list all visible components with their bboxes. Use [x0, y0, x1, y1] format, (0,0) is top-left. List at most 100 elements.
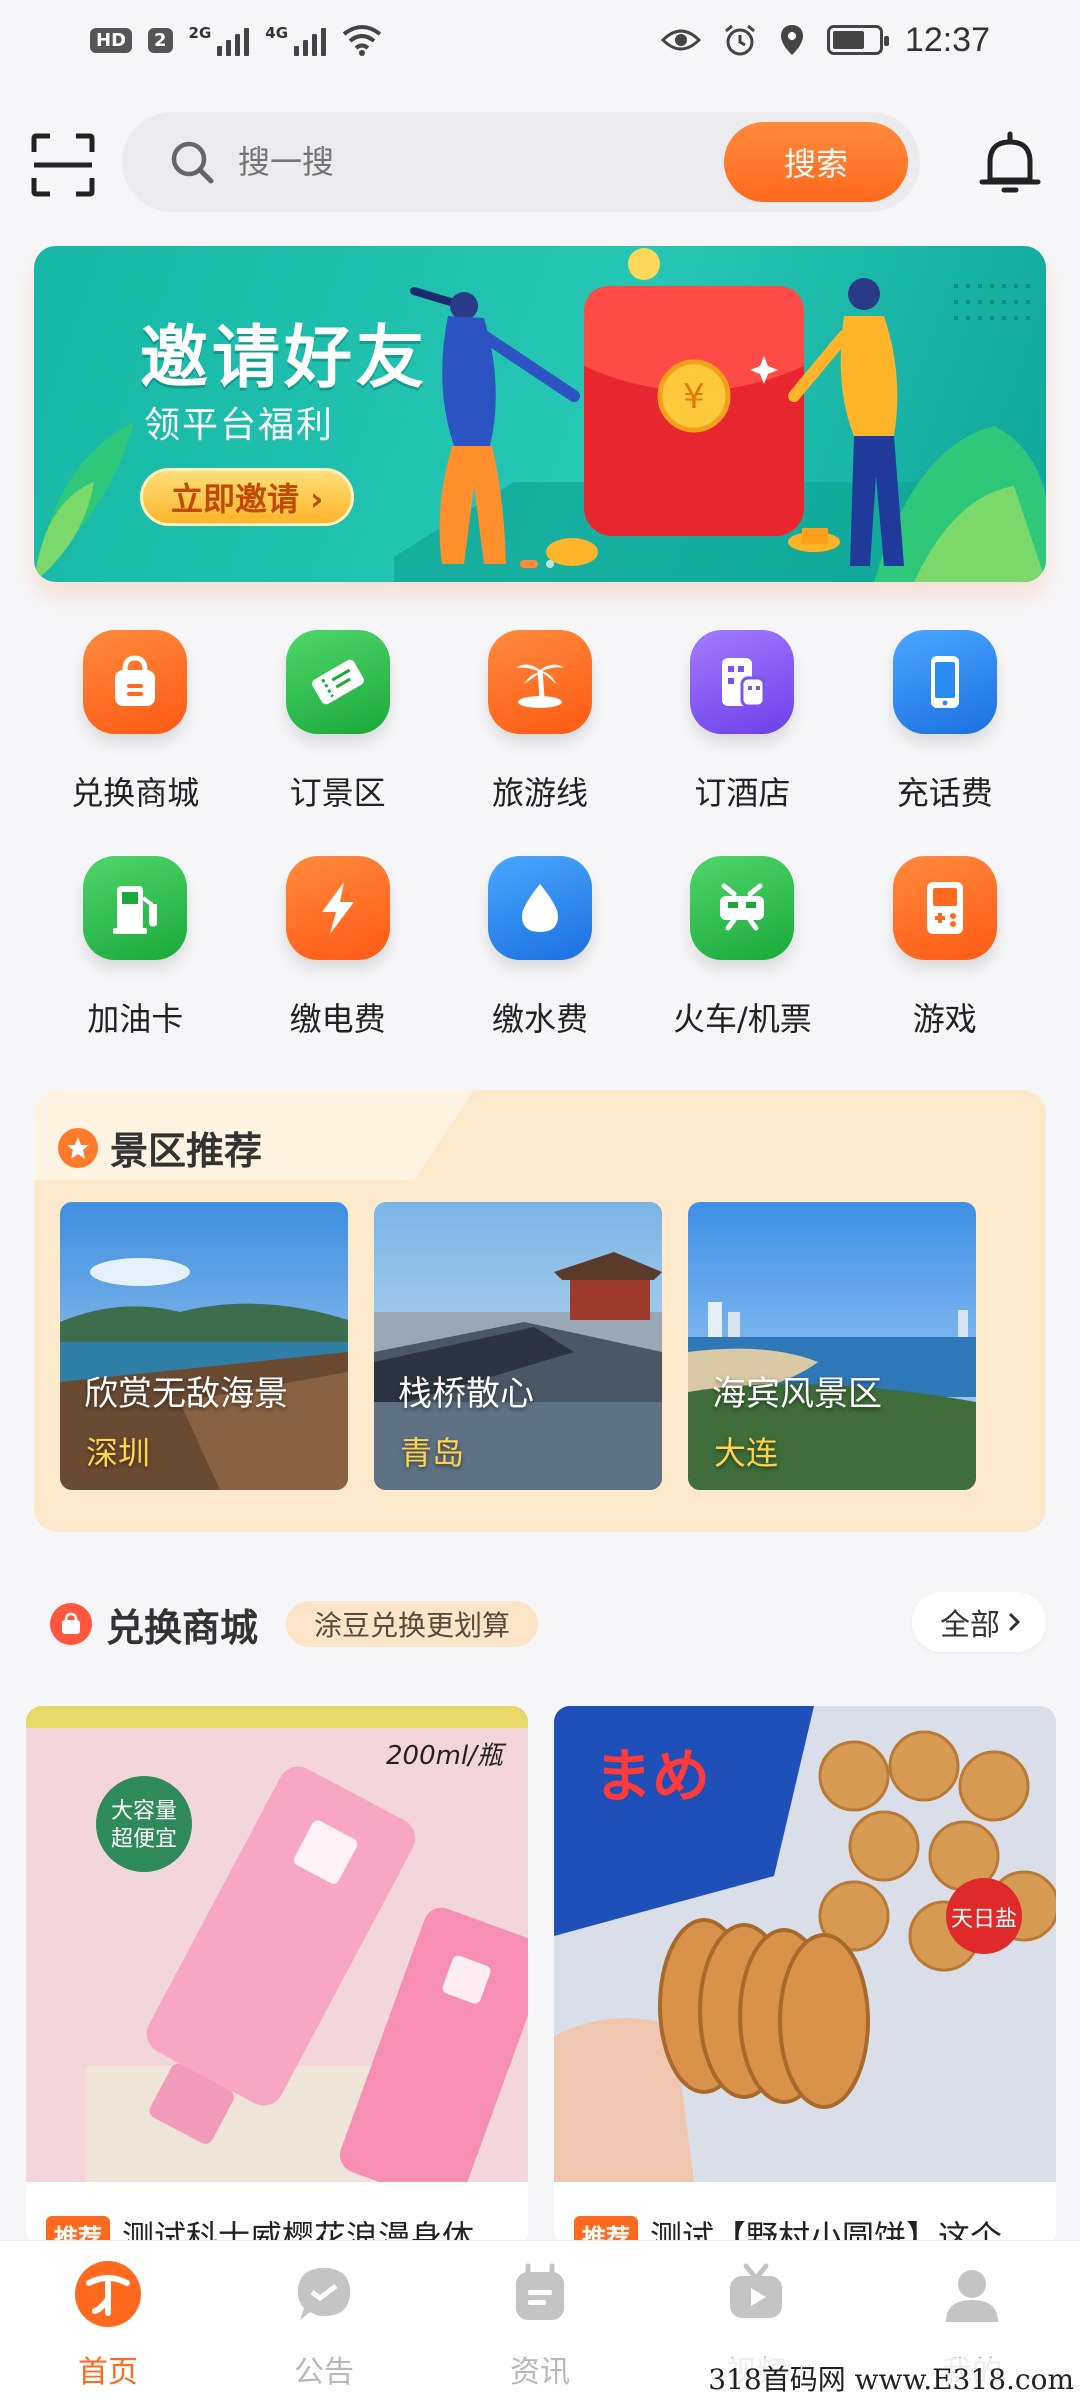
view-all-button[interactable]: 全部: [912, 1592, 1046, 1652]
tab-news[interactable]: 资讯: [432, 2241, 648, 2400]
tab-announcement[interactable]: 公告: [216, 2241, 432, 2400]
category-scenic-tickets[interactable]: 订景区: [236, 630, 438, 814]
svg-text:大容量: 大容量: [111, 1799, 177, 1824]
svg-text:超便宜: 超便宜: [111, 1827, 177, 1852]
scenic-title: 景区推荐: [110, 1129, 263, 1173]
search-input[interactable]: [238, 143, 724, 181]
product-image-label: 天日盐: [951, 1907, 1017, 1932]
bag-icon: [50, 1603, 92, 1645]
search-header: 搜索: [0, 108, 1080, 218]
search-icon: [171, 141, 214, 184]
sim-badge: 2: [148, 27, 173, 53]
announcement-icon: [289, 2259, 359, 2329]
status-right: 12:37: [660, 20, 990, 60]
category-hotels[interactable]: 订酒店: [641, 630, 843, 814]
category-exchange-mall[interactable]: 兑换商城: [34, 630, 236, 814]
mall-tag: 涂豆兑换更划算: [286, 1601, 539, 1647]
scenic-recommend-section: 景区推荐 欣赏无敌海景 深圳 栈桥散心 青岛 海宾风景区 大连: [34, 1090, 1046, 1532]
banner-illustration: ¥: [394, 248, 1046, 582]
star-icon: [58, 1127, 98, 1168]
category-grid: 兑换商城 订景区 旅游线 订酒店 充话费 加油卡 缴电费 缴水费 火车/机票 游…: [34, 630, 1046, 1040]
location-icon: [780, 25, 803, 55]
water-drop-icon: [487, 856, 592, 960]
scenic-cards: 欣赏无敌海景 深圳 栈桥散心 青岛 海宾风景区 大连: [60, 1202, 976, 1490]
home-logo-icon: [73, 2259, 143, 2329]
category-label: 火车/机票: [672, 1000, 812, 1038]
profile-icon: [937, 2259, 1007, 2329]
category-train-flight[interactable]: 火车/机票: [641, 856, 843, 1040]
banner-subtitle: 领平台福利: [144, 405, 335, 446]
hotel-icon: [690, 630, 795, 734]
invite-now-button[interactable]: 立即邀请 ›: [140, 468, 355, 526]
train-icon: [690, 856, 795, 960]
scenic-city: 青岛: [400, 1434, 465, 1472]
signal-icon: 2G: [189, 24, 250, 56]
eye-icon: [660, 29, 701, 51]
product-image-label: 200ml/瓶: [386, 1741, 507, 1771]
mall-header: 兑换商城 涂豆兑换更划算 全部: [50, 1592, 1046, 1656]
palm-island-icon: [487, 630, 592, 734]
mall-title: 兑换商城: [106, 1605, 259, 1650]
banner-pagination: [520, 560, 554, 568]
category-label: 旅游线: [491, 774, 588, 812]
search-box: 搜索: [122, 112, 920, 212]
category-tour-routes[interactable]: 旅游线: [439, 630, 641, 814]
scan-icon[interactable]: [30, 132, 96, 198]
svg-text:¥: ¥: [683, 377, 705, 417]
banner-title: 邀请好友: [140, 319, 429, 398]
scenic-city: 深圳: [86, 1434, 151, 1472]
product-card[interactable]: まめ 天日盐 推荐 测试【野村小圆饼】这个: [554, 1706, 1056, 2246]
svg-text:まめ: まめ: [594, 1742, 710, 1810]
hd-badge: HD: [90, 27, 133, 53]
category-label: 兑换商城: [71, 774, 200, 812]
status-time: 12:37: [904, 20, 990, 59]
gamepad-icon: [892, 856, 997, 960]
category-label: 缴水费: [491, 1000, 588, 1038]
scenic-header: 景区推荐: [58, 1120, 262, 1175]
alarm-icon: [724, 24, 755, 56]
banner-dot: [546, 560, 554, 568]
status-left: HD 2 2G 4G: [90, 24, 382, 56]
view-all-label: 全部: [940, 1608, 1000, 1643]
tab-home[interactable]: 首页: [0, 2241, 216, 2400]
scenic-card[interactable]: 海宾风景区 大连: [688, 1202, 976, 1490]
bell-icon[interactable]: [974, 128, 1046, 200]
category-games[interactable]: 游戏: [844, 856, 1046, 1040]
search-button[interactable]: 搜索: [724, 122, 908, 202]
site-watermark: 318首码网 www.E318.com: [708, 2358, 1074, 2398]
chevron-right-icon: [1008, 1612, 1021, 1632]
invite-banner[interactable]: ¥ 邀请好友 领平台福利 立即邀请 ›: [34, 246, 1046, 582]
product-list: 大容量 超便宜 200ml/瓶 推荐 测试科士威樱花浪漫身体 まめ 天日盐 推荐…: [26, 1706, 1056, 2246]
battery-icon: [826, 25, 889, 55]
tab-label: 资讯: [510, 2355, 570, 2390]
category-label: 订酒店: [694, 774, 791, 812]
category-label: 游戏: [912, 1000, 977, 1038]
category-phone-topup[interactable]: 充话费: [844, 630, 1046, 814]
tab-label: 公告: [294, 2355, 354, 2390]
product-image: 大容量 超便宜 200ml/瓶: [26, 1706, 528, 2182]
status-bar: HD 2 2G 4G 12:37: [0, 0, 1080, 80]
leaf-decoration: [34, 422, 134, 582]
shopping-bag-icon: [83, 630, 188, 734]
category-fuel-card[interactable]: 加油卡: [34, 856, 236, 1040]
category-water-bill[interactable]: 缴水费: [439, 856, 641, 1040]
category-label: 加油卡: [87, 1000, 184, 1038]
news-icon: [505, 2259, 575, 2329]
scenic-card[interactable]: 欣赏无敌海景 深圳: [60, 1202, 348, 1490]
category-label: 充话费: [896, 774, 993, 812]
scenic-name: 海宾风景区: [712, 1374, 882, 1414]
fuel-pump-icon: [83, 856, 188, 960]
video-icon: [721, 2259, 791, 2329]
category-label: 订景区: [289, 774, 386, 812]
product-image: まめ 天日盐: [554, 1706, 1056, 2182]
category-electricity-bill[interactable]: 缴电费: [236, 856, 438, 1040]
scenic-name: 欣赏无敌海景: [84, 1374, 288, 1414]
banner-dot-active: [520, 560, 538, 568]
wifi-icon: [342, 25, 382, 56]
scenic-card[interactable]: 栈桥散心 青岛: [374, 1202, 662, 1490]
scenic-city: 大连: [714, 1434, 779, 1472]
signal-icon: 4G: [265, 24, 327, 56]
product-card[interactable]: 大容量 超便宜 200ml/瓶 推荐 测试科士威樱花浪漫身体: [26, 1706, 528, 2246]
tab-label: 首页: [78, 2355, 138, 2390]
ticket-icon: [285, 630, 390, 734]
